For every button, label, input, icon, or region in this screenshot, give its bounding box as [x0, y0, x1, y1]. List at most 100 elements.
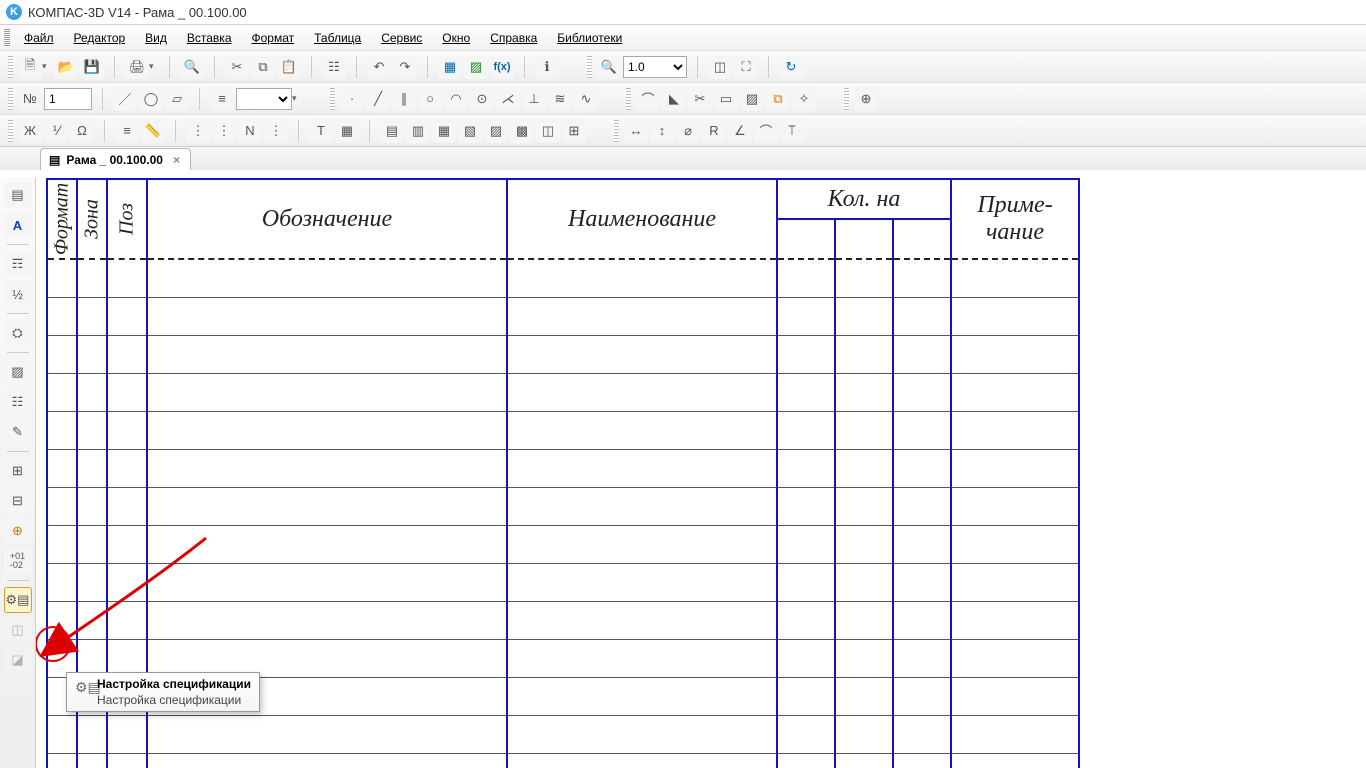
- grid-g[interactable]: ◫: [536, 119, 560, 143]
- ruler-button[interactable]: 📏: [141, 119, 165, 143]
- text-t-button[interactable]: T: [309, 119, 333, 143]
- dim-angle-tool[interactable]: ∠: [728, 119, 752, 143]
- arc-tool[interactable]: ◠: [444, 87, 468, 111]
- table-insert-button[interactable]: ▦: [335, 119, 359, 143]
- dim-height-tool[interactable]: ⟙: [780, 119, 804, 143]
- cut-button[interactable]: ✂: [225, 55, 249, 79]
- manager-button[interactable]: ▦: [438, 55, 462, 79]
- table-row[interactable]: [47, 487, 1079, 525]
- break-tool[interactable]: ✂: [688, 87, 712, 111]
- spec-n-button[interactable]: N: [238, 119, 262, 143]
- line-style-select[interactable]: [236, 88, 292, 110]
- vt-spec-settings-button[interactable]: ⚙▤: [4, 587, 32, 613]
- table-row[interactable]: [47, 715, 1079, 753]
- vt-object-1-icon[interactable]: ☶: [4, 251, 32, 277]
- properties-button[interactable]: ☷: [322, 55, 346, 79]
- circle-tool[interactable]: ○: [418, 87, 442, 111]
- vt-add-section-icon[interactable]: ⊕: [4, 518, 32, 544]
- grid-h[interactable]: ⊞: [562, 119, 586, 143]
- perp-tool[interactable]: ⊥: [522, 87, 546, 111]
- canvas[interactable]: Формат Зона Поз Обозначение Наименование…: [36, 178, 1366, 768]
- refresh-view-button[interactable]: ↻: [779, 55, 803, 79]
- chamfer-tool[interactable]: ◣: [662, 87, 686, 111]
- menu-insert[interactable]: Вставка: [177, 29, 242, 47]
- dim-radius-tool[interactable]: R: [702, 119, 726, 143]
- dim-diameter-tool[interactable]: ⌀: [676, 119, 700, 143]
- hatch-tool[interactable]: ▨: [740, 87, 764, 111]
- table-row[interactable]: [47, 373, 1079, 411]
- fillet-tool[interactable]: ⌒: [636, 87, 660, 111]
- ellipse-button[interactable]: ◯: [139, 87, 163, 111]
- vt-fraction-icon[interactable]: ½: [4, 281, 32, 307]
- grid-e[interactable]: ▨: [484, 119, 508, 143]
- menu-editor[interactable]: Редактор: [64, 29, 136, 47]
- vt-tree-icon[interactable]: ☷: [4, 389, 32, 415]
- special-char-button[interactable]: Ж: [18, 119, 42, 143]
- grid-f[interactable]: ▩: [510, 119, 534, 143]
- vt-hatch-icon[interactable]: ▨: [4, 359, 32, 385]
- save-button[interactable]: 💾: [80, 55, 104, 79]
- menu-table[interactable]: Таблица: [304, 29, 371, 47]
- omega-button[interactable]: Ω: [70, 119, 94, 143]
- table-row[interactable]: [47, 411, 1079, 449]
- redo-button[interactable]: ↷: [393, 55, 417, 79]
- table-row[interactable]: [47, 601, 1079, 639]
- close-icon[interactable]: ×: [173, 153, 180, 167]
- menu-libs[interactable]: Библиотеки: [547, 29, 632, 47]
- align-button[interactable]: ≡: [210, 87, 234, 111]
- undo-button[interactable]: ↶: [367, 55, 391, 79]
- vt-last-1[interactable]: ◫: [4, 617, 32, 643]
- table-row[interactable]: [47, 525, 1079, 563]
- paste-button[interactable]: 📋: [277, 55, 301, 79]
- offset-tool[interactable]: ≋: [548, 87, 572, 111]
- style-num-button[interactable]: №: [18, 87, 42, 111]
- vt-chart-icon[interactable]: ✎: [4, 419, 32, 445]
- grid-d[interactable]: ▧: [458, 119, 482, 143]
- vt-last-2[interactable]: ◪: [4, 647, 32, 673]
- table-row[interactable]: [47, 297, 1079, 335]
- doc-tab[interactable]: ▤ Рама _ 00.100.00 ×: [40, 148, 191, 170]
- rect-tool[interactable]: ▭: [714, 87, 738, 111]
- vt-columns-icon[interactable]: ⊞: [4, 458, 32, 484]
- curve-tool[interactable]: ∿: [574, 87, 598, 111]
- menu-help[interactable]: Справка: [480, 29, 547, 47]
- table-row[interactable]: [47, 335, 1079, 373]
- zoom-select[interactable]: 1.0: [623, 56, 687, 78]
- menu-service[interactable]: Сервис: [371, 29, 432, 47]
- vt-text-A-icon[interactable]: А: [4, 212, 32, 238]
- collect-tool[interactable]: ✧: [792, 87, 816, 111]
- library-manager-button[interactable]: ▨: [464, 55, 488, 79]
- variables-button[interactable]: f(x): [490, 55, 514, 79]
- bisector-tool[interactable]: ⋌: [496, 87, 520, 111]
- list-2[interactable]: ⋮: [212, 119, 236, 143]
- menu-view[interactable]: Вид: [135, 29, 177, 47]
- grid-c[interactable]: ▦: [432, 119, 456, 143]
- zoom-fit-button[interactable]: ◫: [708, 55, 732, 79]
- equidistant-tool[interactable]: ⧉: [766, 87, 790, 111]
- list-3[interactable]: ⋮: [264, 119, 288, 143]
- menu-window[interactable]: Окно: [432, 29, 480, 47]
- vt-object-2-icon[interactable]: ⛭: [4, 320, 32, 346]
- table-row[interactable]: [47, 449, 1079, 487]
- table-row[interactable]: [47, 259, 1079, 297]
- line-1-button[interactable]: ／: [113, 87, 137, 111]
- point-tool[interactable]: ·: [340, 87, 364, 111]
- vt-rows-icon[interactable]: ⊟: [4, 488, 32, 514]
- list-1[interactable]: ⋮: [186, 119, 210, 143]
- table-row[interactable]: [47, 753, 1079, 768]
- fraction-button[interactable]: ⅟: [44, 119, 68, 143]
- style-num-input[interactable]: [44, 88, 92, 110]
- align-left-button[interactable]: ≡: [115, 119, 139, 143]
- hatch-style-button[interactable]: ▱: [165, 87, 189, 111]
- parallel-tool[interactable]: ∥: [392, 87, 416, 111]
- dim-linear-tool[interactable]: ↔: [624, 119, 648, 143]
- auto-axis-tool[interactable]: ⊕: [854, 87, 878, 111]
- zoom-window-button[interactable]: ⛶: [734, 55, 758, 79]
- copy-button[interactable]: ⧉: [251, 55, 275, 79]
- dim-vertical-tool[interactable]: ↕: [650, 119, 674, 143]
- help-pointer-button[interactable]: ℹ: [535, 55, 559, 79]
- line-tool[interactable]: ╱: [366, 87, 390, 111]
- table-row[interactable]: [47, 563, 1079, 601]
- tangent-tool[interactable]: ⊙: [470, 87, 494, 111]
- dim-arc-tool[interactable]: ⌒: [754, 119, 778, 143]
